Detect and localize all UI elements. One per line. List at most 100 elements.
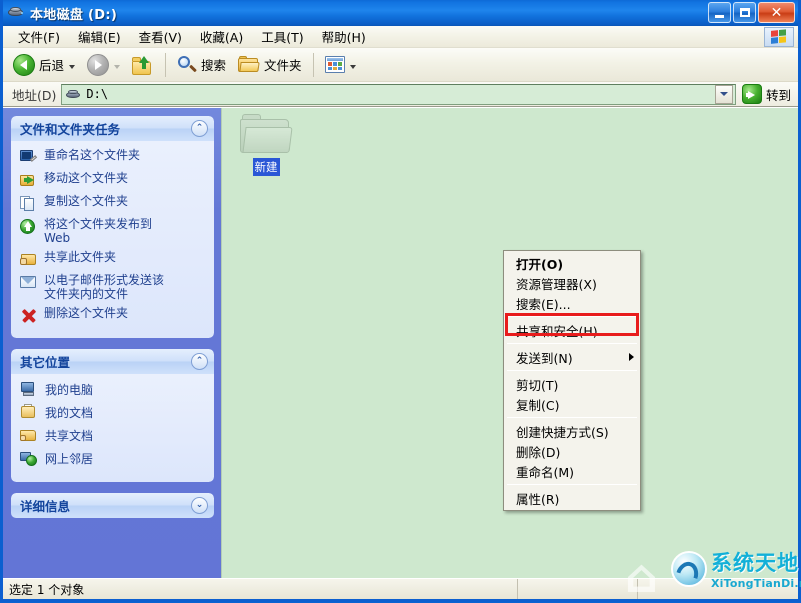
rename-icon bbox=[20, 149, 37, 166]
windows-flag-icon bbox=[764, 27, 794, 47]
search-button[interactable]: 搜索 bbox=[171, 51, 232, 79]
task-label: 共享此文件夹 bbox=[44, 250, 116, 264]
close-button[interactable]: ✕ bbox=[758, 2, 795, 23]
my-documents-icon bbox=[20, 404, 37, 421]
chevron-down-icon[interactable]: ⌄ bbox=[191, 497, 208, 514]
window-controls: ✕ bbox=[708, 2, 795, 23]
place-label: 共享文档 bbox=[45, 427, 93, 444]
minimize-button[interactable] bbox=[708, 2, 731, 23]
task-delete-folder[interactable]: 删除这个文件夹 bbox=[20, 306, 208, 324]
task-label: 移动这个文件夹 bbox=[44, 171, 128, 185]
ctx-sharing-and-security[interactable]: 共享和安全(H)... bbox=[504, 320, 640, 340]
hard-drive-icon bbox=[7, 5, 25, 21]
folders-icon bbox=[238, 56, 260, 74]
menu-tools[interactable]: 工具(T) bbox=[252, 25, 312, 49]
panel-file-folder-tasks: 文件和文件夹任务 ⌃ 重命名这个文件夹 移动这个文件夹 复制这个文件夹 bbox=[11, 116, 214, 338]
views-dropdown-caret[interactable] bbox=[350, 65, 356, 69]
task-share-folder[interactable]: 共享此文件夹 bbox=[20, 250, 208, 268]
forward-button[interactable] bbox=[81, 51, 126, 79]
panel-title: 其它位置 bbox=[20, 352, 70, 371]
place-shared-documents[interactable]: 共享文档 bbox=[20, 427, 208, 444]
address-label: 地址(D) bbox=[6, 85, 61, 104]
task-label: 将这个文件夹发布到 Web bbox=[44, 217, 152, 245]
ctx-cut[interactable]: 剪切(T) bbox=[504, 374, 640, 394]
task-move-folder[interactable]: 移动这个文件夹 bbox=[20, 171, 208, 189]
place-label: 网上邻居 bbox=[45, 450, 93, 467]
back-arrow-icon bbox=[13, 54, 35, 76]
ctx-search[interactable]: 搜索(E)... bbox=[504, 293, 640, 313]
up-button[interactable] bbox=[126, 51, 160, 79]
network-places-icon bbox=[20, 450, 37, 467]
context-menu-separator bbox=[507, 316, 637, 317]
forward-dropdown-caret[interactable] bbox=[114, 65, 120, 69]
toolbar: 后退 搜索 文件夹 bbox=[3, 48, 798, 82]
file-item-folder[interactable]: 新建 bbox=[230, 114, 302, 176]
window-title: 本地磁盘 (D:) bbox=[30, 4, 117, 23]
chevron-up-icon[interactable]: ⌃ bbox=[191, 120, 208, 137]
views-icon bbox=[325, 56, 345, 73]
context-menu-separator bbox=[507, 484, 637, 485]
task-label: 复制这个文件夹 bbox=[44, 194, 128, 208]
panel-header-other-places[interactable]: 其它位置 ⌃ bbox=[11, 349, 214, 374]
my-computer-icon bbox=[20, 381, 37, 398]
place-network-places[interactable]: 网上邻居 bbox=[20, 450, 208, 467]
ctx-send-to-label: 发送到(N) bbox=[516, 348, 573, 367]
ctx-explorer[interactable]: 资源管理器(X) bbox=[504, 273, 640, 293]
task-label: 删除这个文件夹 bbox=[44, 306, 128, 320]
place-my-documents[interactable]: 我的文档 bbox=[20, 404, 208, 421]
chevron-up-icon[interactable]: ⌃ bbox=[191, 353, 208, 370]
menu-favorites[interactable]: 收藏(A) bbox=[191, 25, 252, 49]
ctx-send-to[interactable]: 发送到(N) bbox=[504, 347, 640, 367]
folder-icon bbox=[240, 114, 292, 156]
back-button[interactable]: 后退 bbox=[7, 51, 81, 79]
ctx-properties[interactable]: 属性(R) bbox=[504, 488, 640, 508]
menu-view[interactable]: 查看(V) bbox=[130, 25, 191, 49]
submenu-arrow-icon bbox=[629, 353, 634, 361]
share-folder-icon bbox=[20, 251, 37, 268]
task-publish-web[interactable]: 将这个文件夹发布到 Web bbox=[20, 217, 208, 245]
task-rename-folder[interactable]: 重命名这个文件夹 bbox=[20, 148, 208, 166]
panel-body-other-places: 我的电脑 我的文档 共享文档 网上邻居 bbox=[11, 374, 214, 482]
panel-other-places: 其它位置 ⌃ 我的电脑 我的文档 共享文档 bbox=[11, 349, 214, 482]
search-label: 搜索 bbox=[201, 55, 226, 74]
ctx-copy[interactable]: 复制(C) bbox=[504, 394, 640, 414]
status-bar: 选定 1 个对象 bbox=[3, 578, 798, 599]
shared-documents-icon bbox=[20, 427, 37, 444]
menu-edit[interactable]: 编辑(E) bbox=[69, 25, 130, 49]
panel-header-file-folder-tasks[interactable]: 文件和文件夹任务 ⌃ bbox=[11, 116, 214, 141]
ctx-delete[interactable]: 删除(D) bbox=[504, 441, 640, 461]
ctx-rename[interactable]: 重命名(M) bbox=[504, 461, 640, 481]
panel-title: 详细信息 bbox=[20, 496, 70, 515]
status-segment-right bbox=[638, 579, 798, 599]
menu-file[interactable]: 文件(F) bbox=[9, 25, 69, 49]
task-label: 重命名这个文件夹 bbox=[44, 148, 140, 162]
window-body: 文件和文件夹任务 ⌃ 重命名这个文件夹 移动这个文件夹 复制这个文件夹 bbox=[3, 107, 798, 578]
folders-button[interactable]: 文件夹 bbox=[232, 51, 308, 79]
maximize-button[interactable] bbox=[733, 2, 756, 23]
move-icon bbox=[20, 172, 37, 189]
views-button[interactable] bbox=[319, 51, 362, 79]
address-input[interactable]: D:\ bbox=[61, 84, 736, 105]
delete-icon bbox=[20, 307, 37, 324]
menu-bar: 文件(F) 编辑(E) 查看(V) 收藏(A) 工具(T) 帮助(H) bbox=[3, 26, 798, 48]
task-email-files[interactable]: 以电子邮件形式发送该 文件夹内的文件 bbox=[20, 273, 208, 301]
task-copy-folder[interactable]: 复制这个文件夹 bbox=[20, 194, 208, 212]
copy-icon bbox=[20, 195, 37, 212]
place-my-computer[interactable]: 我的电脑 bbox=[20, 381, 208, 398]
title-bar: 本地磁盘 (D:) ✕ bbox=[3, 0, 798, 26]
back-dropdown-caret[interactable] bbox=[69, 65, 75, 69]
up-folder-icon bbox=[132, 55, 154, 75]
menu-help[interactable]: 帮助(H) bbox=[313, 25, 375, 49]
file-list-area[interactable]: 新建 打开(O) 资源管理器(X) 搜索(E)... 共享和安全(H)... 发… bbox=[221, 108, 798, 578]
panel-body-file-folder-tasks: 重命名这个文件夹 移动这个文件夹 复制这个文件夹 将这个文件夹发布到 Web bbox=[11, 141, 214, 338]
address-drive-icon bbox=[66, 88, 82, 101]
context-menu-separator bbox=[507, 417, 637, 418]
ctx-open[interactable]: 打开(O) bbox=[504, 253, 640, 273]
email-icon bbox=[20, 274, 37, 291]
go-button[interactable]: 转到 bbox=[736, 84, 795, 104]
address-dropdown-button[interactable] bbox=[715, 85, 733, 104]
panel-header-details[interactable]: 详细信息 ⌄ bbox=[11, 493, 214, 518]
address-bar: 地址(D) D:\ 转到 bbox=[3, 82, 798, 107]
search-icon bbox=[177, 55, 197, 75]
ctx-create-shortcut[interactable]: 创建快捷方式(S) bbox=[504, 421, 640, 441]
